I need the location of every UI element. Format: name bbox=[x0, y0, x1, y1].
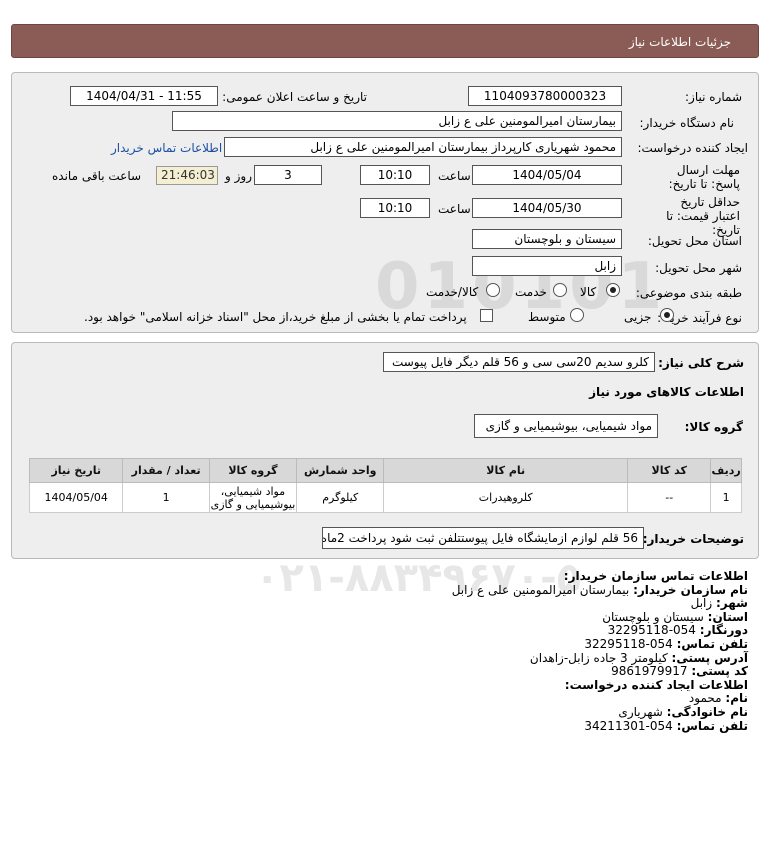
col-date: تاریخ نیاز bbox=[28, 458, 124, 483]
need-number-label: شماره نیاز: bbox=[685, 90, 742, 104]
creator-row-phone: تلفن تماس: 054-34211301 bbox=[584, 718, 748, 733]
remaining-label: ساعت باقی مانده bbox=[52, 169, 142, 183]
buyer-contact-link[interactable]: اطلاعات تماس خریدار bbox=[111, 141, 222, 155]
col-name: نام کالا bbox=[383, 458, 629, 483]
announce-label: تاریخ و ساعت اعلان عمومی: bbox=[222, 90, 367, 104]
delivery-province-field[interactable]: سیستان و بلوچستان bbox=[472, 229, 622, 249]
buyer-notes-label: توضیحات خریدار: bbox=[642, 532, 744, 546]
validity-time-label: ساعت bbox=[438, 202, 471, 216]
buyer-org-label: نام دستگاه خریدار: bbox=[639, 116, 735, 130]
contact-section: اطلاعات تماس سازمان خریدار: نام سازمان خ… bbox=[8, 569, 748, 733]
contact-row-fax: دورنگار: 054-32295118 bbox=[607, 623, 748, 638]
creator-row-family: نام خانوادگی: شهریاری bbox=[618, 704, 748, 719]
announce-field[interactable]: 1404/04/31 - 11:55 bbox=[70, 86, 218, 106]
contact-row-province: استان: سیستان و بلوچستان bbox=[602, 609, 748, 624]
creator-title: اطلاعات ایجاد کننده درخواست: bbox=[564, 677, 748, 692]
table-row[interactable]: 1 -- کلروهیدرات کیلوگرم مواد شیمیایی، بی… bbox=[28, 482, 742, 513]
process-medium-radio[interactable] bbox=[570, 308, 584, 322]
creator-label: ایجاد کننده درخواست: bbox=[637, 141, 748, 155]
goods-info-title: اطلاعات کالاهای مورد نیاز bbox=[589, 385, 744, 399]
col-group: گروه کالا bbox=[208, 458, 298, 483]
deadline-label: مهلت ارسال پاسخ: تا تاریخ: bbox=[668, 163, 740, 191]
cell-qty: 1 bbox=[122, 482, 210, 513]
col-row: ردیف bbox=[710, 458, 742, 483]
process-minor-label: جزیی bbox=[624, 310, 652, 324]
creator-row-name: نام: محمود bbox=[688, 691, 748, 706]
buyer-org-field[interactable]: بیمارستان امیرالمومنین علی ع زابل bbox=[172, 111, 622, 131]
deadline-time-field[interactable]: 10:10 bbox=[360, 165, 430, 185]
contact-row-address: آدرس پستی: کیلومتر 3 جاده زابل-زاهدان bbox=[529, 650, 748, 665]
category-both-label: کالا/خدمت bbox=[426, 285, 479, 299]
days-label: روز و bbox=[225, 169, 252, 183]
items-table-header: ردیف کد کالا نام کالا واحد شمارش گروه کا… bbox=[28, 458, 742, 483]
need-number-field[interactable]: 1104093780000323 bbox=[468, 86, 622, 106]
group-label: گروه کالا: bbox=[684, 420, 743, 434]
cell-unit: کیلوگرم bbox=[296, 482, 385, 513]
contact-title: اطلاعات تماس سازمان خریدار: bbox=[563, 569, 748, 583]
page-header: جزئیات اطلاعات نیاز bbox=[11, 24, 759, 58]
remaining-timer: 21:46:03 bbox=[156, 166, 218, 185]
deadline-time-label: ساعت bbox=[438, 169, 471, 183]
cell-date: 1404/05/04 bbox=[28, 482, 124, 513]
category-service-label: خدمت bbox=[515, 285, 547, 299]
validity-date-field[interactable]: 1404/05/30 bbox=[472, 198, 622, 218]
category-both-radio[interactable] bbox=[486, 283, 500, 297]
category-goods-label: کالا bbox=[580, 285, 597, 299]
days-field[interactable]: 3 bbox=[254, 165, 322, 185]
col-unit: واحد شمارش bbox=[296, 458, 385, 483]
col-code: کد کالا bbox=[627, 458, 712, 483]
contact-row-phone: تلفن تماس: 054-32295118 bbox=[584, 636, 748, 651]
group-field: مواد شیمیایی، بیوشیمیایی و گازی bbox=[474, 414, 658, 438]
validity-time-field[interactable]: 10:10 bbox=[360, 198, 430, 218]
delivery-province-label: استان محل تحویل: bbox=[647, 234, 742, 248]
col-qty: تعداد / مقدار bbox=[122, 458, 210, 483]
category-label: طبقه بندی موضوعی: bbox=[635, 286, 742, 300]
cell-group: مواد شیمیایی، بیوشیمیایی و گازی bbox=[208, 482, 298, 513]
cell-name: کلروهیدرات bbox=[383, 482, 629, 513]
page-title: جزئیات اطلاعات نیاز bbox=[628, 35, 731, 49]
deadline-date-field[interactable]: 1404/05/04 bbox=[472, 165, 622, 185]
delivery-city-field[interactable]: زابل bbox=[472, 256, 622, 276]
category-service-radio[interactable] bbox=[553, 283, 567, 297]
category-goods-radio[interactable] bbox=[606, 283, 620, 297]
process-medium-label: متوسط bbox=[528, 310, 566, 324]
contact-row-city: شهر: زابل bbox=[690, 596, 748, 611]
summary-field: کلرو سدیم 20سی سی و 56 قلم دیگر فایل پیو… bbox=[383, 352, 655, 372]
buyer-notes-field: 56 قلم لوازم ازمایشگاه فایل پیوستتلفن ثب… bbox=[322, 527, 644, 549]
creator-field[interactable]: محمود شهریاری کارپرداز بیمارستان امیرالم… bbox=[224, 137, 622, 157]
delivery-city-label: شهر محل تحویل: bbox=[655, 261, 742, 275]
items-table: ردیف کد کالا نام کالا واحد شمارش گروه کا… bbox=[28, 458, 742, 513]
treasury-checkbox[interactable] bbox=[480, 309, 493, 322]
contact-row-postal: کد پستی: 9861979917 bbox=[611, 664, 748, 679]
cell-row: 1 bbox=[710, 482, 742, 513]
cell-code: -- bbox=[627, 482, 712, 513]
validity-label: حداقل تاریخ اعتبار قیمت: تا تاریخ: bbox=[666, 195, 740, 237]
contact-row-org: نام سازمان خریدار: بیمارستان امیرالمومنی… bbox=[451, 582, 748, 597]
summary-label: شرح کلی نیاز: bbox=[658, 356, 744, 370]
process-minor-radio[interactable] bbox=[660, 308, 674, 322]
treasury-note: پرداخت تمام یا بخشی از مبلغ خرید،از محل … bbox=[84, 310, 467, 324]
